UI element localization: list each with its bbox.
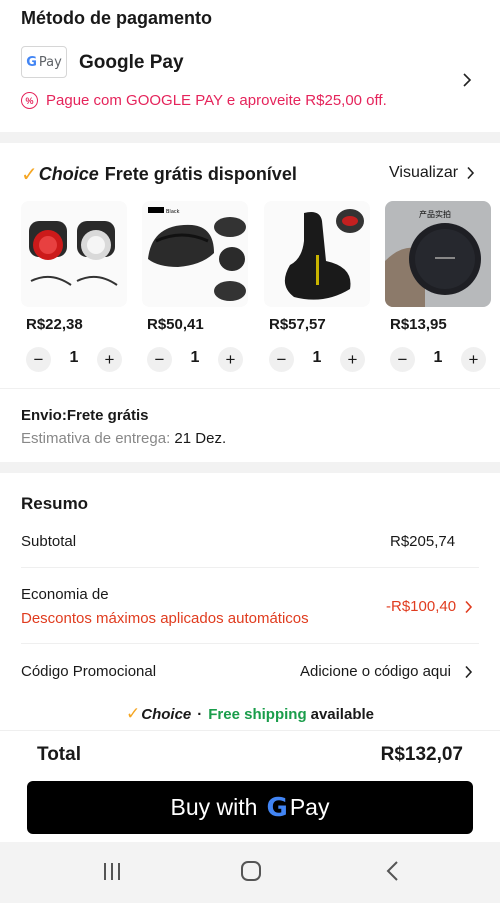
delivery-estimate-label: Estimativa de entrega: [21,430,171,447]
payment-method-section: Método de pagamento G Pay Google Pay % P… [0,0,500,132]
product-price: R$22,38 [26,316,83,333]
chevron-right-icon[interactable] [464,665,473,679]
savings-detail[interactable]: Descontos máximos aplicados automáticos [21,610,309,627]
savings-label: Economia de [21,586,109,603]
quantity-value: 1 [312,349,322,366]
chevron-right-icon[interactable] [462,72,472,88]
promo-code-label: Código Promocional [21,663,157,680]
chevron-right-icon[interactable] [464,600,473,614]
choice-section: ✓ Choice Frete grátis disponível Visuali… [0,143,500,388]
quantity-value: 1 [69,349,79,366]
quantity-stepper: − 1 + [390,347,490,373]
decrease-button[interactable]: − [26,347,51,372]
total-value: R$132,07 [380,744,463,765]
product-image-bike-saddle[interactable] [264,201,370,307]
total-row: Total R$132,07 [0,730,500,780]
order-summary: Resumo Subtotal R$205,74 Economia de Des… [0,473,500,699]
payment-promo: % Pague com GOOGLE PAY e aproveite R$25,… [21,92,387,109]
buy-with-google-pay-button[interactable]: Buy with G Pay [27,781,473,834]
delivery-estimate-value: 21 Dez. [174,430,227,447]
quantity-value: 1 [190,349,200,366]
quantity-stepper: − 1 + [147,347,247,373]
view-button[interactable]: Visualizar [389,164,475,182]
product-price: R$50,41 [147,316,204,333]
choice-header: ✓ Choice Frete grátis disponível [21,162,297,187]
buy-suffix: Pay [289,794,330,820]
increase-button[interactable]: + [218,347,243,372]
google-g-icon: G [266,792,288,823]
discount-percent-icon: % [21,92,38,109]
shipping-info: Envio:Frete grátis Estimativa de entrega… [0,388,500,462]
google-g-letter: G [26,54,37,70]
helmet-tag: Black [166,209,180,215]
buy-prefix: Buy with [170,794,258,820]
decrease-button[interactable]: − [269,347,294,372]
increase-button[interactable]: + [97,347,122,372]
product-card[interactable]: R$57,57 − 1 + [264,201,370,372]
product-card[interactable]: Black R$50,41 − 1 + [142,201,248,372]
summary-title: Resumo [21,494,89,513]
section-divider [0,462,500,473]
badge-pay-label: Pay [38,54,62,70]
view-label: Visualizar [389,164,459,181]
increase-button[interactable]: + [461,347,486,372]
product-image-bike-helmet[interactable]: Black [142,201,248,307]
savings-value[interactable]: -R$100,40 [386,598,456,615]
home-icon[interactable] [240,860,262,882]
subtotal-value: R$205,74 [390,533,456,550]
total-label: Total [37,744,81,765]
row-divider [21,643,479,644]
google-pay-badge-icon: G Pay [21,46,67,78]
choice-check-icon: ✓ [126,704,141,723]
recent-apps-icon[interactable] [101,860,123,882]
product-image-wireless-charger[interactable]: 产品实拍 [385,201,491,307]
quantity-value: 1 [433,349,443,366]
payment-promo-text: Pague com GOOGLE PAY e aproveite R$25,00… [46,92,387,109]
choice-free-shipping-banner: ✓ Choice · Free shipping available [0,700,500,728]
system-navigation-bar [0,842,500,903]
free-shipping-text: Free shipping [208,705,307,723]
increase-button[interactable]: + [340,347,365,372]
shipping-method: Envio:Frete grátis [21,407,149,424]
decrease-button[interactable]: − [147,347,172,372]
subtotal-label: Subtotal [21,533,77,550]
choice-brand: Choice [38,164,99,184]
product-price: R$13,95 [390,316,447,333]
available-text: available [310,705,374,723]
section-divider [0,132,500,143]
product-image-bike-lights[interactable] [21,201,127,307]
choice-check-icon: ✓ [21,164,38,186]
choice-brand: Choice [141,705,192,723]
choice-free-shipping-text: Frete grátis disponível [104,164,297,184]
payment-method-title: Método de pagamento [21,8,213,28]
charger-tag: 产品实拍 [419,209,451,219]
delivery-estimate: Estimativa de entrega: 21 Dez. [21,430,226,447]
payment-method-name[interactable]: Google Pay [79,52,184,74]
back-icon[interactable] [382,860,404,882]
quantity-stepper: − 1 + [269,347,369,373]
quantity-stepper: − 1 + [26,347,126,373]
product-price: R$57,57 [269,316,326,333]
product-card[interactable]: 产品实拍 R$13,95 − 1 + [385,201,491,372]
product-card[interactable]: R$22,38 − 1 + [21,201,127,372]
add-promo-code-button[interactable]: Adicione o código aqui [300,663,451,680]
separator-dot: · [197,705,203,723]
decrease-button[interactable]: − [390,347,415,372]
row-divider [21,567,479,568]
chevron-right-icon [467,166,475,180]
